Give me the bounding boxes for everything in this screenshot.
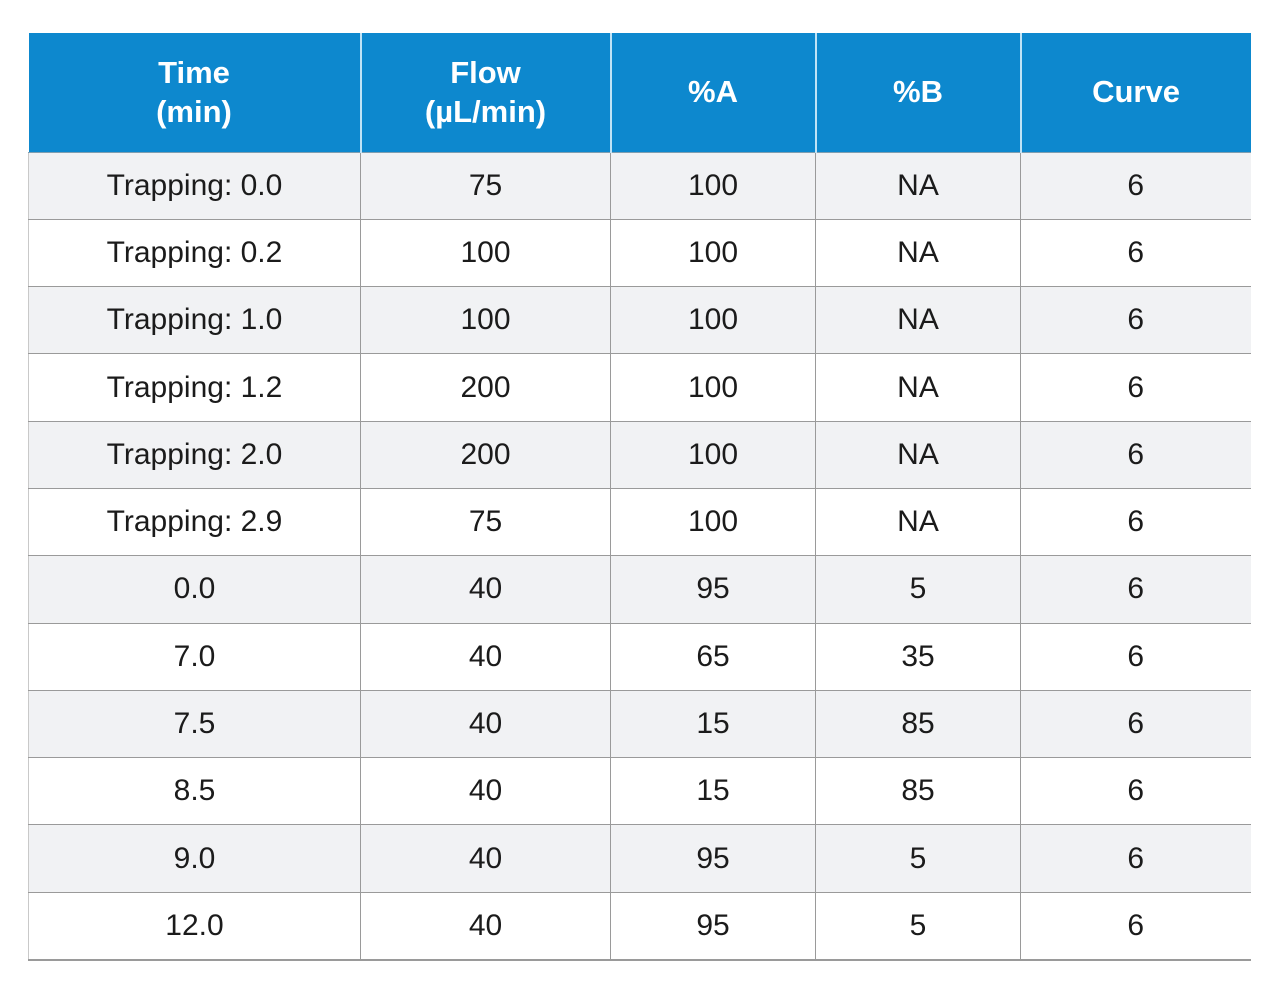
table-header: Time (min) Flow (µL/min) %A %B Curve	[28, 33, 1251, 153]
cell-percent-b: NA	[815, 353, 1021, 422]
cell-curve: 6	[1020, 421, 1251, 489]
column-header-time-line1: Time	[158, 54, 230, 90]
table-row: 12.0 40 95 5 6	[28, 892, 1251, 961]
cell-time: Trapping: 1.0	[28, 286, 361, 355]
table-row: 8.5 40 15 85 6	[28, 757, 1251, 826]
cell-percent-a: 65	[610, 623, 816, 691]
cell-time: Trapping: 2.0	[28, 421, 361, 489]
column-header-percent-b: %B	[815, 33, 1022, 153]
cell-percent-a: 95	[610, 824, 816, 893]
column-header-curve-line1: Curve	[1092, 74, 1180, 110]
column-header-time: Time (min)	[28, 33, 362, 153]
cell-time: 9.0	[28, 824, 361, 893]
gradient-table: Time (min) Flow (µL/min) %A %B Curve Tra…	[28, 33, 1251, 961]
cell-percent-a: 100	[610, 353, 816, 422]
cell-percent-b: 85	[815, 757, 1021, 826]
cell-percent-b: NA	[815, 286, 1021, 355]
cell-percent-b: NA	[815, 152, 1021, 220]
cell-curve: 6	[1020, 555, 1251, 624]
cell-time: 0.0	[28, 555, 361, 624]
cell-percent-b: NA	[815, 488, 1021, 557]
cell-percent-a: 15	[610, 757, 816, 826]
cell-time: 12.0	[28, 892, 361, 961]
table-body: Trapping: 0.0 75 100 NA 6 Trapping: 0.2 100 100…	[28, 152, 1251, 961]
cell-curve: 6	[1020, 152, 1251, 220]
cell-flow: 200	[360, 353, 611, 422]
table-row: 0.0 40 95 5 6	[28, 555, 1251, 624]
cell-time: 7.0	[28, 623, 361, 691]
cell-percent-a: 95	[610, 555, 816, 624]
cell-curve: 6	[1020, 824, 1251, 893]
cell-flow: 40	[360, 892, 611, 961]
cell-percent-b: 5	[815, 824, 1021, 893]
table-row: Trapping: 0.0 75 100 NA 6	[28, 152, 1251, 220]
table-row: Trapping: 2.0 200 100 NA 6	[28, 421, 1251, 489]
cell-percent-a: 95	[610, 892, 816, 961]
cell-curve: 6	[1020, 623, 1251, 691]
cell-percent-b: 35	[815, 623, 1021, 691]
cell-flow: 40	[360, 555, 611, 624]
column-header-flow-line2: (µL/min)	[424, 94, 547, 130]
cell-flow: 40	[360, 824, 611, 893]
cell-percent-a: 15	[610, 690, 816, 759]
column-header-percent-a-line1: %A	[688, 74, 738, 110]
table-row: 9.0 40 95 5 6	[28, 824, 1251, 893]
cell-percent-b: 85	[815, 690, 1021, 759]
cell-flow: 40	[360, 757, 611, 826]
cell-percent-a: 100	[610, 488, 816, 557]
cell-curve: 6	[1020, 757, 1251, 826]
cell-flow: 100	[360, 219, 611, 288]
cell-percent-b: 5	[815, 892, 1021, 961]
cell-percent-a: 100	[610, 421, 816, 489]
cell-curve: 6	[1020, 286, 1251, 355]
table-row: Trapping: 0.2 100 100 NA 6	[28, 219, 1251, 288]
column-header-percent-b-line1: %B	[893, 74, 943, 110]
column-header-flow: Flow (µL/min)	[360, 33, 612, 153]
column-header-time-line2: (min)	[156, 94, 232, 130]
cell-time: Trapping: 2.9	[28, 488, 361, 557]
cell-percent-b: 5	[815, 555, 1021, 624]
cell-flow: 40	[360, 623, 611, 691]
cell-percent-a: 100	[610, 152, 816, 220]
table-row: Trapping: 1.0 100 100 NA 6	[28, 286, 1251, 355]
table-row: 7.5 40 15 85 6	[28, 690, 1251, 759]
header-row: Time (min) Flow (µL/min) %A %B Curve	[28, 33, 1251, 153]
column-header-percent-a: %A	[610, 33, 817, 153]
cell-percent-a: 100	[610, 219, 816, 288]
cell-flow: 40	[360, 690, 611, 759]
table-row: Trapping: 2.9 75 100 NA 6	[28, 488, 1251, 557]
cell-time: Trapping: 1.2	[28, 353, 361, 422]
cell-percent-b: NA	[815, 421, 1021, 489]
column-header-flow-line1: Flow	[450, 54, 521, 90]
cell-curve: 6	[1020, 488, 1251, 557]
cell-flow: 100	[360, 286, 611, 355]
cell-percent-a: 100	[610, 286, 816, 355]
cell-curve: 6	[1020, 892, 1251, 961]
cell-time: Trapping: 0.2	[28, 219, 361, 288]
cell-flow: 75	[360, 488, 611, 557]
cell-flow: 75	[360, 152, 611, 220]
cell-curve: 6	[1020, 690, 1251, 759]
cell-curve: 6	[1020, 219, 1251, 288]
table-row: Trapping: 1.2 200 100 NA 6	[28, 353, 1251, 422]
cell-curve: 6	[1020, 353, 1251, 422]
cell-time: 8.5	[28, 757, 361, 826]
table-row: 7.0 40 65 35 6	[28, 623, 1251, 691]
cell-percent-b: NA	[815, 219, 1021, 288]
cell-flow: 200	[360, 421, 611, 489]
cell-time: 7.5	[28, 690, 361, 759]
gradient-table-container: Time (min) Flow (µL/min) %A %B Curve Tra…	[28, 33, 1251, 961]
column-header-curve: Curve	[1020, 33, 1251, 153]
cell-time: Trapping: 0.0	[28, 152, 361, 220]
